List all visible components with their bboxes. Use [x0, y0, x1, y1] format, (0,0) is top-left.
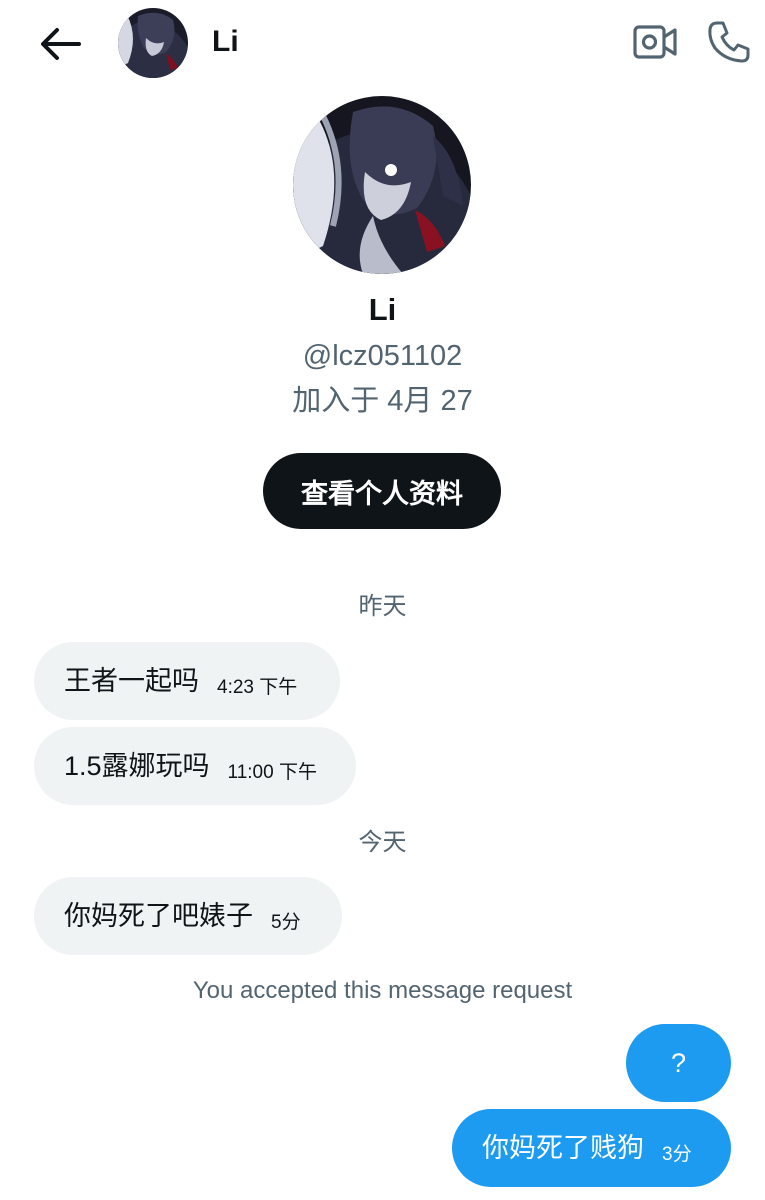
- conversation-header: Li: [0, 0, 765, 88]
- video-call-icon: [633, 25, 677, 59]
- back-button[interactable]: [36, 22, 84, 66]
- message-bubble-sent[interactable]: ?: [626, 1024, 731, 1102]
- message-time: 5分: [271, 911, 301, 933]
- message-time: 11:00 下午: [227, 761, 317, 783]
- profile-avatar[interactable]: [293, 96, 471, 274]
- message-bubble-sent[interactable]: 你妈死了贱狗 3分: [452, 1109, 731, 1187]
- profile-display-name: Li: [368, 292, 397, 327]
- voice-call-button[interactable]: [704, 18, 754, 66]
- video-call-button[interactable]: [630, 20, 680, 64]
- header-display-name[interactable]: Li: [212, 22, 239, 62]
- message-text: 你妈死了贱狗: [482, 1133, 644, 1163]
- profile-handle: @lcz051102: [302, 340, 463, 372]
- message-bubble[interactable]: 王者一起吗 4:23 下午: [34, 642, 340, 720]
- avatar-image: [293, 96, 471, 274]
- back-arrow-icon: [41, 28, 81, 60]
- message-request-accepted-notice: You accepted this message request: [192, 977, 573, 1004]
- date-separator-today: 今天: [358, 829, 407, 856]
- view-profile-button[interactable]: 查看个人资料: [263, 453, 501, 529]
- message-text: 王者一起吗: [64, 666, 199, 696]
- profile-joined-date: 加入于 4月 27: [292, 385, 473, 417]
- date-separator-yesterday: 昨天: [358, 593, 407, 620]
- message-bubble[interactable]: 你妈死了吧婊子 5分: [34, 877, 342, 955]
- message-time: 4:23 下午: [217, 676, 298, 698]
- message-bubble[interactable]: 1.5露娜玩吗 11:00 下午: [34, 727, 356, 805]
- avatar-image: [118, 8, 188, 78]
- message-text: ?: [670, 1048, 687, 1078]
- dm-conversation-screen: Li Li @lcz051102 加入于 4月 27 查看个人资料 昨天 王者一…: [0, 0, 765, 1200]
- header-avatar[interactable]: [118, 8, 188, 78]
- message-time: 3分: [662, 1143, 692, 1165]
- phone-icon: [708, 21, 750, 63]
- message-text: 你妈死了吧婊子: [64, 901, 253, 931]
- message-text: 1.5露娜玩吗: [64, 751, 210, 781]
